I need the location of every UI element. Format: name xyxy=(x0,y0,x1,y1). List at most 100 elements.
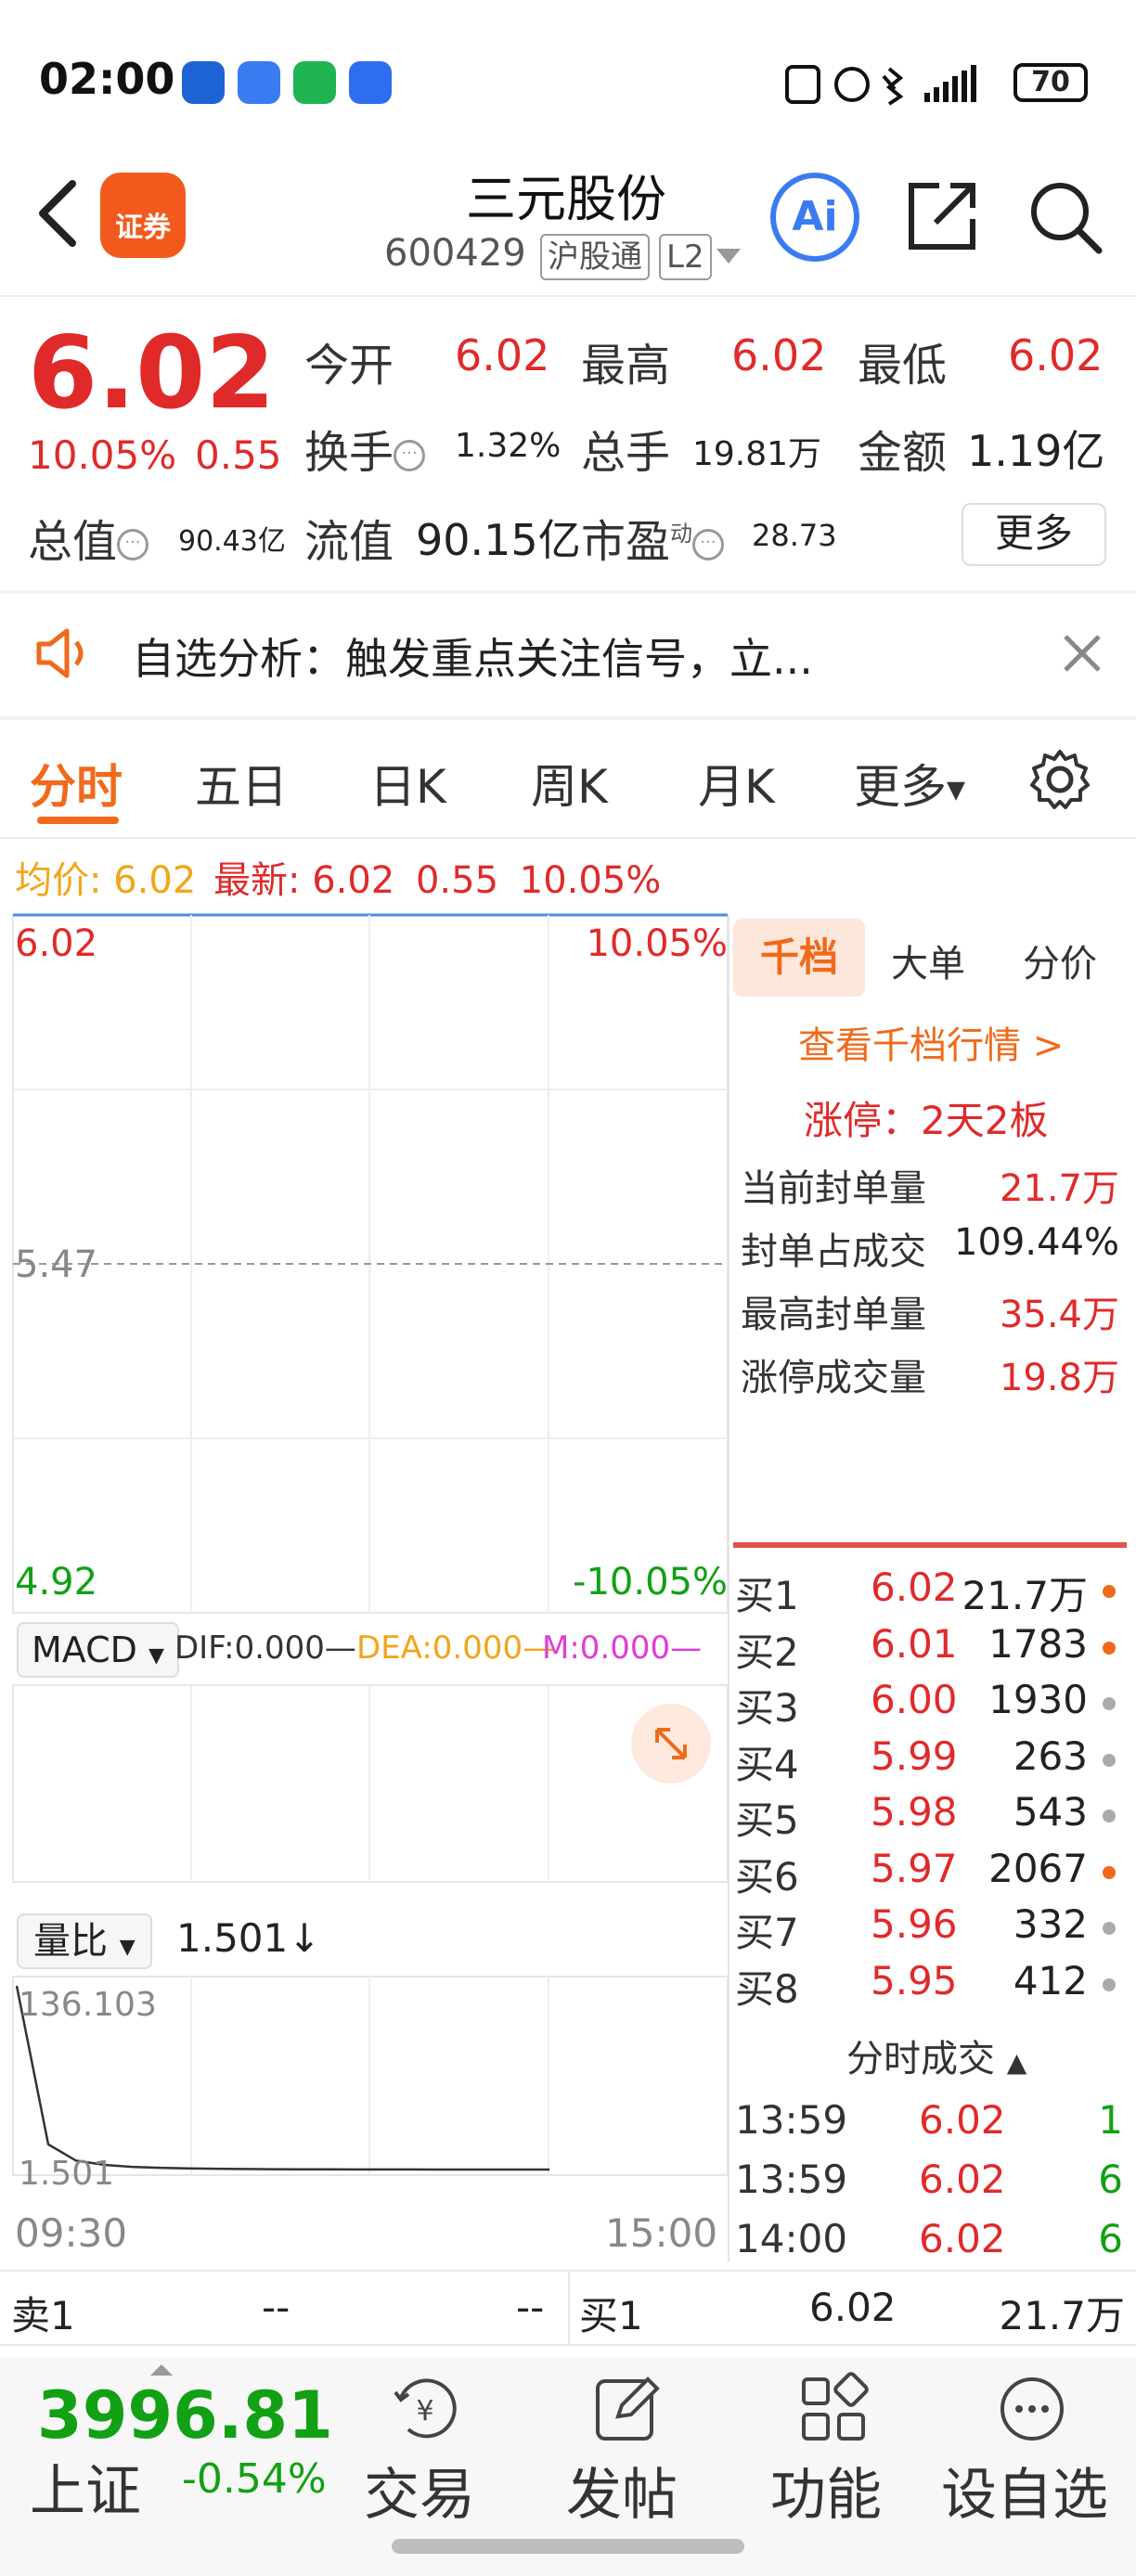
info-icon[interactable]: ··· xyxy=(692,529,725,560)
index-name[interactable]: 上证 xyxy=(30,2446,141,2527)
side-tab-level-depth[interactable]: 千档 xyxy=(733,919,865,997)
bid-price: 6.01 xyxy=(871,1621,958,1667)
side-tab-big-orders[interactable]: 大单 xyxy=(891,934,965,987)
bid-dot-indicator xyxy=(1103,1697,1116,1710)
change-amount: 0.55 xyxy=(195,432,282,478)
open-label: 今开 xyxy=(304,340,394,392)
more-circle-icon[interactable] xyxy=(995,2372,1069,2446)
tab-intraday[interactable]: 分时 xyxy=(30,750,123,817)
bid-label: 买6 xyxy=(735,1854,799,1900)
alarm-icon xyxy=(834,67,870,102)
more-button[interactable]: 更多 xyxy=(962,503,1106,566)
bid-label: 买8 xyxy=(735,1966,799,2012)
wechat-icon xyxy=(293,61,336,104)
caret-down-icon[interactable] xyxy=(715,247,742,265)
expand-icon xyxy=(655,1728,687,1759)
bid-volume: 1783 xyxy=(988,1621,1088,1667)
expand-button[interactable] xyxy=(631,1704,711,1784)
bid-label: 买5 xyxy=(735,1797,799,1843)
tab-daily-k[interactable]: 日K xyxy=(369,750,446,817)
close-icon[interactable] xyxy=(1058,629,1106,677)
bid-dot-indicator xyxy=(1103,1642,1116,1655)
home-indicator[interactable] xyxy=(392,2539,744,2554)
level-tag: L2 xyxy=(659,234,712,280)
stat-value: 35.4万 xyxy=(999,1294,1119,1336)
stock-code: 600429 xyxy=(384,232,526,275)
latest-pct: 10.05% xyxy=(519,859,662,902)
float-cap-label: 流值 xyxy=(304,516,394,568)
stat-label: 最高封单量 xyxy=(741,1294,926,1336)
nfc-icon xyxy=(785,65,820,104)
panel-divider xyxy=(728,915,729,2262)
avg-value: 6.02 xyxy=(113,859,197,902)
post-icon[interactable] xyxy=(590,2372,665,2446)
amount-value: 1.19亿 xyxy=(967,426,1105,476)
macd-m: M:0.000— xyxy=(542,1629,703,1667)
bid-dot-indicator xyxy=(1103,1585,1116,1598)
caret-down-icon: ▼ xyxy=(148,1644,164,1668)
time-end-label: 15:00 xyxy=(605,2210,718,2256)
time-start-label: 09:30 xyxy=(15,2210,128,2256)
pe-value: 28.73 xyxy=(752,518,837,553)
tab-monthly-k[interactable]: 月K xyxy=(698,750,775,817)
macd-dea: DEA:0.000— xyxy=(356,1629,555,1667)
market-cap-value: 90.43亿 xyxy=(178,525,286,558)
info-icon[interactable]: ··· xyxy=(394,440,426,471)
stat-value: 21.7万 xyxy=(999,1167,1119,1210)
tab-weekly-k[interactable]: 周K xyxy=(531,750,608,817)
current-price: 6.02 xyxy=(28,316,276,431)
notice-text[interactable]: 自选分析：触发重点关注信号，立... xyxy=(132,625,813,687)
tick-price: 6.02 xyxy=(919,2097,1006,2143)
avg-price-row: 均价: 6.02 最新: 6.02 0.55 10.05% xyxy=(15,850,661,904)
index-value[interactable]: 3996.81 xyxy=(37,2377,333,2454)
tab-more[interactable]: 更多▼ xyxy=(854,750,965,817)
back-arrow-icon[interactable] xyxy=(32,176,87,251)
bid-label: 买1 xyxy=(735,1573,799,1618)
nav-function[interactable]: 功能 xyxy=(770,2450,882,2531)
volume-ratio-selector[interactable]: 量比 ▼ xyxy=(17,1913,152,1969)
tab-five-day[interactable]: 五日 xyxy=(195,750,288,817)
tick-volume: 6 xyxy=(1098,2157,1123,2202)
nav-post[interactable]: 发帖 xyxy=(566,2450,678,2531)
view-depth-link[interactable]: 查看千档行情 > xyxy=(798,1015,1064,1069)
index-change: -0.54% xyxy=(182,2455,327,2503)
bid-dot-indicator xyxy=(1103,1922,1116,1935)
battery-indicator: 70 xyxy=(1013,63,1088,102)
gear-icon[interactable] xyxy=(1028,748,1091,811)
signal-icon xyxy=(924,65,976,102)
side-tab-price-dist[interactable]: 分价 xyxy=(1023,934,1097,987)
info-icon[interactable]: ··· xyxy=(117,529,149,560)
nav-add-watchlist[interactable]: 设自选 xyxy=(941,2450,1108,2531)
macd-selector[interactable]: MACD ▼ xyxy=(17,1622,179,1678)
volume-value: 19.81万 xyxy=(692,435,822,473)
stat-value: 19.8万 xyxy=(999,1357,1119,1399)
trade-icon[interactable]: ¥ xyxy=(388,2372,462,2446)
order-book-separator xyxy=(733,1542,1127,1548)
app-icon-1 xyxy=(182,61,225,104)
broker-logo[interactable]: 证券 xyxy=(100,173,186,258)
stat-label: 涨停成交量 xyxy=(741,1357,926,1399)
low-value: 6.02 xyxy=(1008,330,1104,380)
nav-trade[interactable]: 交易 xyxy=(364,2450,475,2531)
bid-label: 买2 xyxy=(735,1629,799,1675)
shield-app-icon xyxy=(349,61,392,104)
search-icon[interactable] xyxy=(1025,176,1104,256)
latest-value: 6.02 xyxy=(312,859,395,902)
svg-text:¥: ¥ xyxy=(416,2395,433,2428)
bid-volume: 412 xyxy=(1013,1958,1088,2003)
low-label: 最低 xyxy=(858,340,948,392)
caret-up-icon xyxy=(150,2364,173,2376)
bid-dot-indicator xyxy=(1103,1810,1116,1823)
price-bottom-label: 4.92 xyxy=(15,1561,98,1604)
ticks-title[interactable]: 分时成交 ▲ xyxy=(846,2029,1026,2082)
bid-volume: 543 xyxy=(1013,1789,1088,1835)
quote-bar-divider xyxy=(568,2272,570,2344)
ai-button[interactable]: Ai xyxy=(770,173,859,262)
connect-tag: 沪股通 xyxy=(540,234,650,280)
share-icon[interactable] xyxy=(902,176,982,256)
status-icons xyxy=(785,65,976,106)
bid-dot-indicator xyxy=(1103,1978,1116,1991)
stat-label: 当前封单量 xyxy=(741,1167,926,1210)
function-grid-icon[interactable] xyxy=(796,2372,871,2446)
caret-down-icon: ▼ xyxy=(119,1936,136,1959)
